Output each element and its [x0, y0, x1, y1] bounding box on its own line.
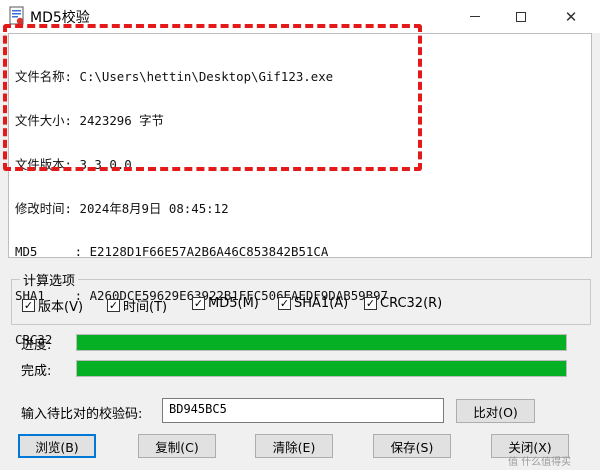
compare-button[interactable]: 比对(O) [456, 399, 535, 423]
complete-bar-fill [77, 361, 566, 376]
checkbox-md5-label: MD5(M) [208, 296, 259, 311]
progress-bar [76, 334, 567, 351]
complete-bar [76, 360, 567, 377]
check-icon: ✓ [278, 297, 291, 310]
checkbox-crc32-label: CRC32(R) [380, 296, 443, 311]
progress-label: 进度: [21, 338, 52, 353]
compare-hash-label: 输入待比对的校验码: [21, 407, 143, 422]
minimize-icon[interactable] [452, 0, 498, 33]
checkbox-time[interactable]: ✓ 时间(T) [107, 296, 167, 315]
result-line-modified: 修改时间: 2024年8月9日 08:45:12 [15, 200, 229, 216]
maximize-icon[interactable] [498, 0, 544, 33]
compare-hash-input[interactable]: BD945BC5 [162, 398, 444, 423]
check-icon: ✓ [107, 299, 120, 312]
checkbox-sha1-label: SHA1(A) [294, 296, 349, 311]
check-icon: ✓ [364, 297, 377, 310]
md5-checker-window: MD5校验 ✕ 文件名称: C:\Users\hettin\Desktop\Gi… [0, 0, 600, 470]
app-icon [9, 6, 24, 25]
options-group-title: 计算选项 [20, 270, 79, 289]
check-icon: ✓ [192, 297, 205, 310]
watermark: 值 什么值得买 [508, 457, 572, 468]
clear-button[interactable]: 清除(E) [255, 434, 333, 458]
checkbox-crc32[interactable]: ✓ CRC32(R) [364, 296, 442, 311]
checkbox-version[interactable]: ✓ 版本(V) [22, 296, 83, 315]
browse-button[interactable]: 浏览(B) [18, 434, 96, 458]
complete-label: 完成: [21, 364, 52, 379]
result-line-md5: MD5 : E2128D1F66E57A2B6A46C853842B51CA [15, 244, 329, 260]
progress-bar-fill [77, 335, 566, 350]
checkbox-sha1[interactable]: ✓ SHA1(A) [278, 296, 348, 311]
copy-button[interactable]: 复制(C) [138, 434, 216, 458]
check-icon: ✓ [22, 299, 35, 312]
red-dashed-annotation [3, 24, 422, 171]
save-button[interactable]: 保存(S) [373, 434, 451, 458]
checkbox-md5[interactable]: ✓ MD5(M) [192, 296, 259, 311]
close-icon[interactable]: ✕ [548, 0, 594, 33]
checkbox-time-label: 时间(T) [123, 300, 168, 315]
checkbox-version-label: 版本(V) [38, 300, 84, 315]
